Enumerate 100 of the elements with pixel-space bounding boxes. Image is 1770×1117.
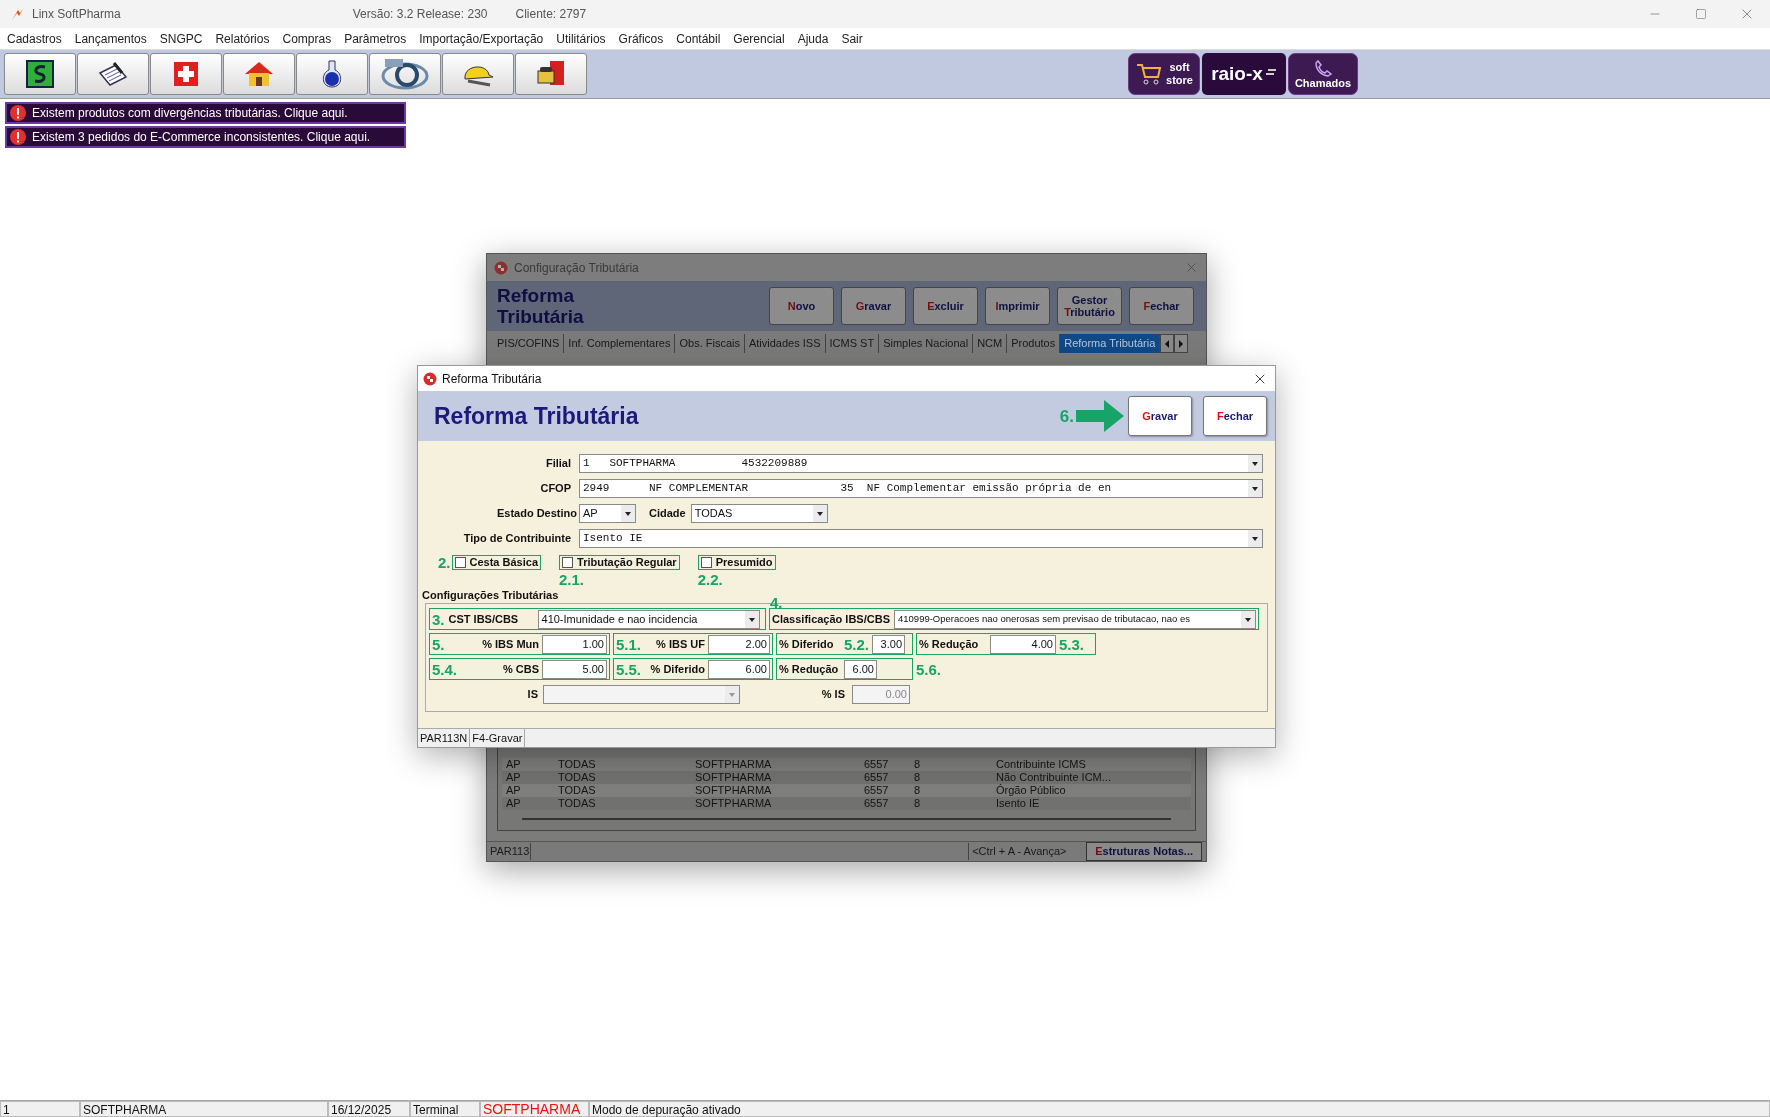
tab[interactable]: Inf. Complementares xyxy=(564,334,676,353)
field-label: % IS xyxy=(820,686,846,702)
alert-banner[interactable]: Existem produtos com divergências tributárias. Clique aqui. xyxy=(5,102,406,124)
table-cell-text: Contribuinte ICMS xyxy=(995,758,1087,771)
annotation-number: 5.6. xyxy=(916,661,942,677)
field-label: % Diferido xyxy=(779,636,835,652)
toolbar-button[interactable] xyxy=(77,53,149,95)
number-field[interactable]: 3.00 xyxy=(872,634,906,654)
toolbar-button[interactable] xyxy=(296,53,368,95)
tab[interactable]: Reforma Tributária xyxy=(1060,334,1161,353)
checkbox-label: Cesta Básica xyxy=(469,555,538,571)
tab[interactable]: ICMS ST xyxy=(825,334,880,353)
status-code: PAR113 xyxy=(487,843,531,860)
calls-button[interactable]: Chamados xyxy=(1288,53,1358,95)
toolbar-button[interactable] xyxy=(369,53,441,95)
cart-icon xyxy=(1135,61,1164,87)
store-button[interactable]: soft store xyxy=(1128,53,1200,95)
menu-item[interactable]: Sair xyxy=(841,29,863,48)
annotation-number: 5. xyxy=(432,636,445,652)
annotation-number: 4. xyxy=(770,595,783,610)
number-field[interactable]: 1.00 xyxy=(542,634,607,654)
annotation-arrow xyxy=(1076,400,1124,432)
number-field[interactable]: 5.00 xyxy=(542,659,607,679)
toolbar-button[interactable]: Gravar xyxy=(841,287,906,325)
field-label: % Redução xyxy=(779,661,840,677)
toolbar-button[interactable]: Gestor Tributário xyxy=(1057,287,1122,325)
client-label: Cliente: 2797 xyxy=(515,6,587,23)
field-label: % CBS xyxy=(501,661,539,677)
dropdown-field[interactable]: 410999-Operacoes nao onerosas sem previsao de tributacao, nao es xyxy=(894,609,1256,629)
dialog-button[interactable]: Gravar xyxy=(1128,396,1192,436)
field-label: CST IBS/CBS xyxy=(448,611,520,627)
dropdown-field[interactable]: 410-Imunidade e nao incidencia xyxy=(537,609,760,629)
menu-item[interactable]: Relatórios xyxy=(215,29,270,48)
field-label: % Redução xyxy=(919,636,980,652)
table-cell-text: AP xyxy=(505,784,522,797)
status-cell: PAR113N xyxy=(418,729,471,747)
menu-item[interactable]: Compras xyxy=(282,29,332,48)
table-cell-text: Não Contribuinte ICM... xyxy=(995,771,1112,784)
annotation-number: 2.2. xyxy=(697,572,723,587)
field-label: % IBS Mun xyxy=(481,636,539,652)
status-cell: SOFTPHARMA xyxy=(80,1101,328,1117)
number-field[interactable]: 6.00 xyxy=(844,659,877,679)
annotation-number: 5.2. xyxy=(844,636,870,652)
annotation-number: 5.3. xyxy=(1059,636,1085,652)
dropdown-field[interactable]: 1 SOFTPHARMA 4532209889 xyxy=(579,454,1263,473)
toolbar-button[interactable]: Novo xyxy=(769,287,834,325)
notepad-pen-icon xyxy=(96,59,130,89)
medical-cross-icon xyxy=(171,59,201,89)
annotation-number: 5.4. xyxy=(432,661,458,677)
tab[interactable]: Atividades ISS xyxy=(744,334,826,353)
logo-button[interactable]: raio-x xyxy=(1202,53,1286,95)
dialog-button[interactable]: Fechar xyxy=(1203,396,1267,436)
alert-banner[interactable]: Existem 3 pedidos do E-Commerce inconsistentes. Clique aqui. xyxy=(5,126,406,148)
menu-item[interactable]: Contábil xyxy=(676,29,721,48)
checkbox[interactable] xyxy=(562,557,573,568)
scroll-left-button[interactable] xyxy=(1160,334,1175,353)
table-cell-text: 8 xyxy=(913,771,922,784)
toolbar-button[interactable]: Excluir xyxy=(913,287,978,325)
tab[interactable]: Obs. Fiscais xyxy=(675,334,745,353)
number-field[interactable]: 2.00 xyxy=(708,634,770,654)
menu-item[interactable]: Lançamentos xyxy=(74,29,147,48)
structures-button[interactable]: Estruturas Notas... xyxy=(1086,842,1202,861)
checkbox[interactable] xyxy=(454,557,466,568)
tab[interactable]: Simples Nacional xyxy=(879,334,974,353)
toolbar-button[interactable] xyxy=(515,53,587,95)
menu-item[interactable]: Parâmetros xyxy=(344,29,407,48)
dropdown-field[interactable]: 2949 NF COMPLEMENTAR 35 NF Complementar emissão própria de en xyxy=(579,479,1263,498)
maximize-icon xyxy=(1695,8,1707,20)
dropdown-field[interactable]: TODAS xyxy=(690,504,828,523)
table-cell-text: TODAS xyxy=(557,797,597,810)
annotation-number: 2.1. xyxy=(559,572,585,587)
tab[interactable]: NCM xyxy=(973,334,1008,353)
checkbox[interactable] xyxy=(700,557,712,568)
table-cell-text: SOFTPHARMA xyxy=(694,784,773,797)
menu-item[interactable]: Importação/Exportação xyxy=(419,29,544,48)
number-field[interactable]: 4.00 xyxy=(990,634,1056,654)
menu-item[interactable]: Cadastros xyxy=(7,29,62,48)
menu-item[interactable]: Ajuda xyxy=(797,29,829,48)
window-title: Reforma Tributária xyxy=(442,370,542,388)
status-cell: Terminal xyxy=(410,1101,480,1117)
window-title: Configuração Tributária xyxy=(514,259,639,277)
menu-item[interactable]: Utilitários xyxy=(556,29,606,48)
menu-item[interactable]: SNGPC xyxy=(159,29,203,48)
field-label: Classificação IBS/CBS xyxy=(772,611,890,627)
toolbar-button[interactable]: Imprimir xyxy=(985,287,1050,325)
window-heading: Reforma xyxy=(497,285,576,306)
toolbar-button[interactable] xyxy=(442,53,514,95)
dropdown-field[interactable]: Isento IE xyxy=(579,529,1263,548)
table-cell-text: 8 xyxy=(913,758,922,771)
dropdown-field[interactable]: AP xyxy=(579,504,636,523)
version-label: Versão: 3.2 Release: 230 xyxy=(352,6,488,23)
toolbar-button[interactable]: Fechar xyxy=(1129,287,1194,325)
toolbar-button[interactable] xyxy=(4,53,76,95)
tab[interactable]: PIS/COFINS xyxy=(493,334,565,353)
table-cell-text: TODAS xyxy=(557,758,597,771)
checkbox-label: Presumido xyxy=(715,555,773,571)
menu-item[interactable]: Gráficos xyxy=(618,29,664,48)
menu-item[interactable]: Gerencial xyxy=(733,29,785,48)
number-field[interactable]: 6.00 xyxy=(708,659,770,679)
scroll-right-button[interactable] xyxy=(1174,334,1189,353)
